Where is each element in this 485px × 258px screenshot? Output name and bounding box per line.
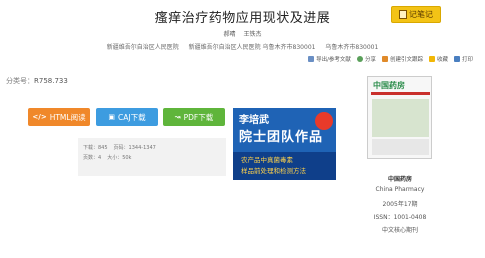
note-icon [399, 10, 407, 19]
printer-icon [453, 56, 460, 62]
article-action-bar: 导出/参考文献 分享 创建引文跟踪 收藏 打印 [308, 55, 473, 63]
cover-footer [372, 139, 429, 155]
author-link[interactable]: 郝晴 [224, 31, 236, 38]
html-read-label: HTML阅读 [49, 112, 86, 122]
file-size: 大小：50k [107, 155, 132, 161]
journal-cover-image[interactable]: 中国药房 [367, 76, 432, 159]
share-button[interactable]: 分享 [356, 55, 376, 63]
journal-english-name: China Pharmacy [375, 186, 425, 193]
caj-download-label: CAJ下载 [118, 112, 146, 122]
ad-subline-2: 样品前处理和检测方法 [241, 167, 306, 175]
pdf-download-label: PDF下载 [183, 112, 214, 122]
take-note-label: 记笔记 [409, 10, 433, 19]
author-list: 郝晴 王铁杰 [0, 29, 485, 38]
pdf-icon: ↝ [174, 113, 181, 121]
cover-title: 中国药房 [373, 81, 405, 90]
classification-label: 分类号： [6, 77, 34, 85]
download-stats-box: 下载：845 页码：1344-1347 页数：4 大小：50k [78, 138, 226, 176]
journal-issn: ISSN：1001-0408 [373, 214, 427, 221]
favorite-button[interactable]: 收藏 [428, 55, 448, 63]
caj-download-button[interactable]: ▣ CAJ下载 [96, 108, 158, 126]
cover-stripe [371, 92, 430, 95]
bell-icon [381, 56, 388, 62]
classification-value: R758.733 [34, 77, 68, 85]
pdf-download-button[interactable]: ↝ PDF下载 [163, 108, 225, 126]
author-link[interactable]: 王铁杰 [243, 31, 261, 38]
export-icon [308, 56, 315, 62]
page-count: 页数：4 [83, 155, 102, 161]
ad-subline-1: 农产品中真菌毒素 [241, 156, 293, 164]
journal-name-link[interactable]: 中国药房 [350, 174, 450, 183]
page-range: 页码：1344-1347 [113, 145, 156, 151]
citation-alert-button[interactable]: 创建引文跟踪 [381, 55, 423, 63]
star-icon [428, 56, 435, 62]
advertisement-banner[interactable]: 李培武 院士团队作品 农产品中真菌毒素 样品前处理和检测方法 [233, 108, 336, 180]
affiliation-link[interactable]: 新疆维吾尔自治区人民医院 乌鲁木齐市830001 [189, 44, 316, 51]
code-icon: </> [32, 113, 47, 121]
affiliation-list: 新疆维吾尔自治区人民医院 新疆维吾尔自治区人民医院 乌鲁木齐市830001 乌鲁… [0, 42, 485, 51]
classification-number: 分类号：R758.733 [6, 76, 68, 86]
affiliation-link[interactable]: 乌鲁木齐市830001 [325, 44, 378, 51]
ad-author-name: 李培武 [239, 115, 269, 126]
download-count: 下载：845 [83, 145, 108, 151]
take-note-button[interactable]: 记笔记 [391, 6, 441, 23]
ad-headline: 院士团队作品 [239, 130, 324, 145]
book-icon: ▣ [108, 113, 116, 121]
export-reference-button[interactable]: 导出/参考文献 [308, 55, 351, 63]
print-button[interactable]: 打印 [453, 55, 473, 63]
journal-issue-link[interactable]: 2005年17期 [350, 199, 450, 208]
journal-index-badge: 中文核心期刊 [381, 227, 418, 234]
affiliation-link[interactable]: 新疆维吾尔自治区人民医院 [107, 44, 179, 51]
share-icon [356, 56, 363, 62]
cover-picture [372, 99, 429, 137]
html-read-button[interactable]: </> HTML阅读 [28, 108, 90, 126]
